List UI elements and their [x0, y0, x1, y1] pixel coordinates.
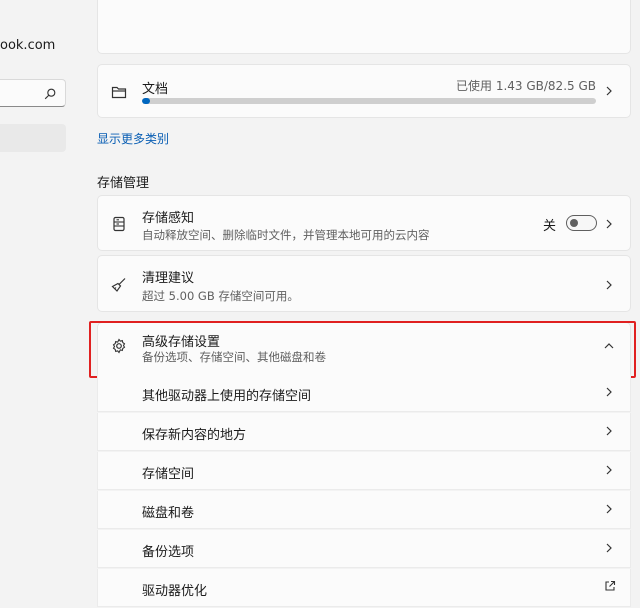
- storage-sense-title: 存储感知: [142, 211, 195, 226]
- sub-item-label: 驱动器优化: [142, 584, 208, 599]
- sub-item-drive-optimization[interactable]: 驱动器优化: [97, 569, 631, 607]
- sub-item-storage-spaces[interactable]: 存储空间: [97, 452, 631, 490]
- storage-sense-toggle[interactable]: [566, 215, 597, 231]
- highlight-annotation: [89, 321, 636, 378]
- storage-sense-card[interactable]: 存储感知 自动释放空间、删除临时文件，并管理本地可用的云内容 关: [97, 195, 631, 251]
- chevron-right-icon: [604, 504, 614, 514]
- sub-item-label: 保存新内容的地方: [142, 428, 247, 443]
- documents-card[interactable]: 文档 已使用 1.43 GB/82.5 GB: [97, 64, 631, 118]
- navigation-pane: ook.com: [0, 0, 80, 608]
- chevron-right-icon: [604, 219, 614, 229]
- cleanup-recommendations-card[interactable]: 清理建议 超过 5.00 GB 存储空间可用。: [97, 255, 631, 312]
- toggle-knob: [570, 219, 578, 227]
- documents-usage-fill: [142, 98, 150, 104]
- chevron-right-icon: [604, 387, 614, 397]
- chevron-right-icon: [604, 465, 614, 475]
- storage-sense-subtitle: 自动释放空间、删除临时文件，并管理本地可用的云内容: [142, 228, 430, 242]
- documents-usage-text: 已使用 1.43 GB/82.5 GB: [456, 79, 596, 93]
- chevron-right-icon: [604, 280, 614, 290]
- previous-category-card[interactable]: [97, 0, 631, 54]
- storage-management-heading: 存储管理: [97, 176, 150, 191]
- folder-icon: [111, 84, 127, 100]
- storage-sense-toggle-label: 关: [542, 219, 556, 234]
- cleanup-title: 清理建议: [142, 271, 195, 286]
- sub-item-backup-options[interactable]: 备份选项: [97, 530, 631, 568]
- broom-icon: [111, 277, 127, 293]
- sub-item-label: 存储空间: [142, 467, 195, 482]
- show-more-categories-link[interactable]: 显示更多类别: [97, 130, 169, 147]
- sub-item-label: 备份选项: [142, 545, 195, 560]
- chevron-right-icon: [604, 426, 614, 436]
- documents-usage-bar: [142, 98, 596, 104]
- chevron-right-icon: [604, 86, 614, 96]
- search-input[interactable]: [0, 79, 66, 107]
- account-email: ook.com: [0, 38, 56, 53]
- external-link-icon: [604, 580, 616, 592]
- sub-item-disks-volumes[interactable]: 磁盘和卷: [97, 491, 631, 529]
- cleanup-subtitle: 超过 5.00 GB 存储空间可用。: [142, 289, 299, 303]
- sub-item-save-new-content[interactable]: 保存新内容的地方: [97, 413, 631, 451]
- sub-item-other-drives-storage[interactable]: 其他驱动器上使用的存储空间: [97, 374, 631, 412]
- sub-item-label: 其他驱动器上使用的存储空间: [142, 389, 312, 404]
- search-icon[interactable]: [43, 86, 57, 100]
- chevron-right-icon: [604, 543, 614, 553]
- storage-drive-icon: [111, 216, 127, 232]
- nav-item-system-selected[interactable]: [0, 124, 66, 152]
- sub-item-label: 磁盘和卷: [142, 506, 195, 521]
- documents-title: 文档: [142, 82, 169, 97]
